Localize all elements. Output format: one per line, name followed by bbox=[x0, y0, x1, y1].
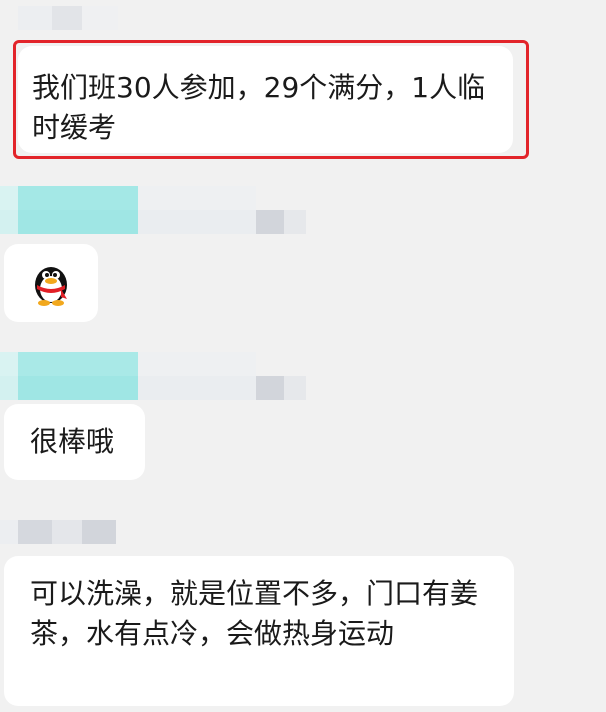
blurred-sender-name bbox=[0, 352, 306, 400]
blurred-sender-name bbox=[18, 6, 118, 30]
message-text: 我们班30人参加，29个满分，1人临时缓考 bbox=[32, 71, 486, 144]
message-bubble[interactable]: 很棒哦 bbox=[4, 404, 145, 480]
message-text: 很棒哦 bbox=[30, 425, 115, 458]
blurred-sender-name bbox=[0, 186, 306, 234]
qq-penguin-icon bbox=[35, 267, 67, 306]
message-text: 可以洗澡，就是位置不多，门口有姜茶，水有点冷，会做热身运动 bbox=[30, 577, 479, 650]
sticker-bubble[interactable] bbox=[4, 244, 98, 322]
message-bubble[interactable]: 我们班30人参加，29个满分，1人临时缓考 bbox=[18, 46, 513, 153]
message-bubble[interactable]: 可以洗澡，就是位置不多，门口有姜茶，水有点冷，会做热身运动 bbox=[4, 556, 514, 706]
blurred-sender-name bbox=[0, 520, 116, 544]
